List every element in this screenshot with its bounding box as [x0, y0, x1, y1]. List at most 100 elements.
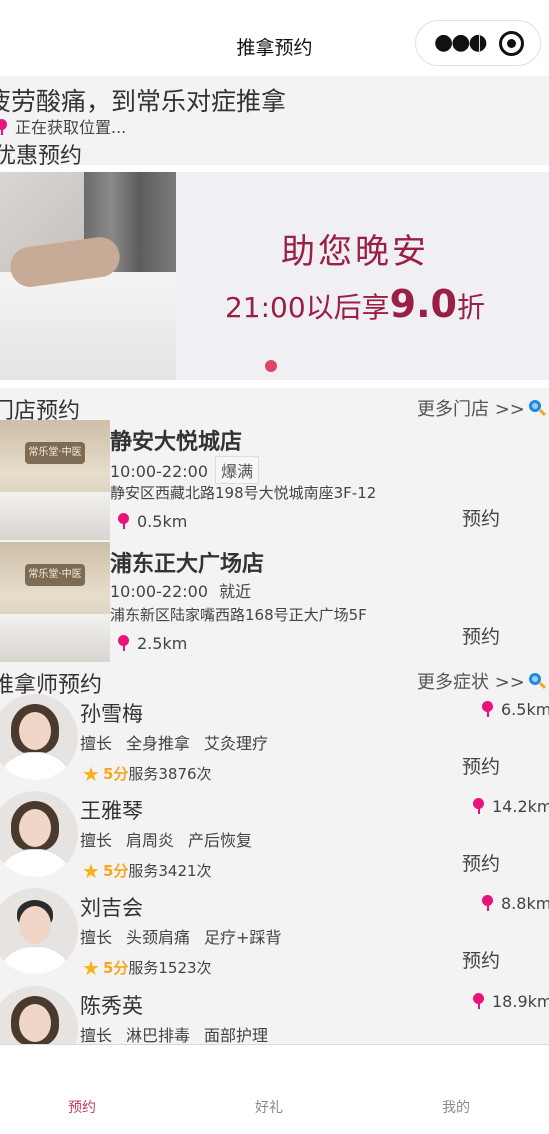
- miniprogram-capsule: ●●●: [415, 20, 541, 66]
- avatar-coat: [0, 946, 73, 974]
- book-therapist-button[interactable]: 预约: [462, 752, 500, 779]
- star-icon: ★: [82, 956, 100, 980]
- therapist-distance: 18.9km: [492, 992, 549, 1011]
- therapist-distance: 14.2km: [492, 797, 549, 816]
- avatar-coat: [0, 849, 73, 877]
- therapist-distance-row: 8.8km: [482, 894, 549, 913]
- therapist-served: 服务3421次: [128, 862, 212, 880]
- therapist-skills: 擅长 全身推拿 艾灸理疗: [80, 730, 282, 754]
- divider: [0, 380, 549, 388]
- therapist-rating: ★ 5分服务3421次: [82, 859, 212, 883]
- bottom-tab-bar: 预约 好礼 我的: [0, 1044, 549, 1134]
- location-pin-icon: [118, 635, 129, 651]
- skills-label: 擅长: [80, 831, 113, 850]
- therapist-score: 5分: [102, 959, 129, 977]
- location-pin-icon: [0, 119, 7, 135]
- store-photo: 常乐堂·中医: [0, 542, 110, 662]
- avatar-face: [19, 809, 51, 847]
- therapist-avatar: [0, 694, 78, 780]
- book-therapist-button[interactable]: 预约: [462, 946, 500, 973]
- store-hours: 10:00-22:00: [110, 582, 208, 601]
- close-miniprogram-icon[interactable]: [499, 31, 524, 56]
- avatar-face: [19, 1004, 51, 1042]
- therapist-card[interactable]: 孙雪梅 6.5km 擅长 全身推拿 艾灸理疗 ★ 5分服务3876次 预约: [0, 694, 549, 792]
- store-sign: 常乐堂·中医: [25, 442, 85, 464]
- book-store-button[interactable]: 预约: [462, 504, 500, 531]
- banner-photo: [0, 172, 176, 380]
- location-pin-icon: [482, 895, 493, 911]
- star-icon: ★: [82, 859, 100, 883]
- more-symptoms-link[interactable]: 更多症状 >>: [417, 668, 546, 694]
- more-stores-label: 更多门店 >>: [417, 399, 525, 420]
- skills-label: 擅长: [80, 734, 113, 753]
- location-pin-icon: [473, 798, 484, 814]
- search-icon: [528, 400, 546, 417]
- avatar-face: [19, 712, 51, 750]
- therapist-name: 陈秀英: [80, 994, 143, 1018]
- store-hours: 10:00-22:00: [110, 462, 208, 481]
- store-name: 静安大悦城店: [110, 430, 243, 455]
- store-photo: 常乐堂·中医: [0, 420, 110, 540]
- therapist-card[interactable]: 刘吉会 8.8km 擅长 头颈肩痛 足疗+踩背 ★ 5分服务1523次 预约: [0, 888, 549, 986]
- capsule-divider: [479, 33, 480, 55]
- therapist-skills: 擅长 淋巴排毒 面部护理: [80, 1022, 282, 1044]
- location-row[interactable]: 正在获取位置...: [0, 114, 126, 138]
- store-address: 静安区西藏北路198号大悦城南座3F-12: [110, 484, 377, 502]
- skill-tag: 艾灸理疗: [204, 734, 269, 753]
- store-address: 浦东新区陆家嘴西路168号正大广场5F: [110, 606, 367, 624]
- store-distance: 2.5km: [137, 634, 188, 653]
- store-photo-counter: [0, 614, 110, 662]
- store-hours-row: 10:00-22:00 就近: [110, 578, 251, 602]
- therapist-card[interactable]: 陈秀英 18.9km 擅长 淋巴排毒 面部护理: [0, 986, 549, 1044]
- more-stores-link[interactable]: 更多门店 >>: [417, 395, 546, 421]
- store-status-badge: 爆满: [215, 456, 260, 484]
- therapist-rating: ★ 5分服务3876次: [82, 762, 212, 786]
- therapist-distance: 6.5km: [501, 700, 549, 719]
- therapist-distance: 8.8km: [501, 894, 549, 913]
- therapist-score: 5分: [102, 765, 129, 783]
- tab-gifts[interactable]: 好礼: [229, 1097, 309, 1117]
- book-therapist-button[interactable]: 预约: [462, 849, 500, 876]
- therapist-distance-row: 6.5km: [482, 700, 549, 719]
- more-menu-icon[interactable]: ●●●: [434, 32, 488, 54]
- search-icon: [528, 673, 546, 690]
- banner-subtitle: 21:00以后享9.0折: [195, 282, 515, 326]
- store-distance: 0.5km: [137, 512, 188, 531]
- therapist-served: 服务1523次: [128, 959, 212, 977]
- location-status: 正在获取位置...: [15, 118, 127, 137]
- main-content: 疲劳酸痛，到常乐对症推拿 正在获取位置... 优惠预约 助您晚安 21:00以后…: [0, 76, 549, 1044]
- tab-mine[interactable]: 我的: [416, 1097, 496, 1117]
- carousel-indicator[interactable]: [265, 360, 277, 372]
- banner-photo-bed: [0, 272, 176, 380]
- tab-booking[interactable]: 预约: [42, 1097, 122, 1117]
- store-sign: 常乐堂·中医: [25, 564, 85, 586]
- skill-tag: 肩周炎: [126, 831, 175, 850]
- location-pin-icon: [118, 513, 129, 529]
- therapist-name: 孙雪梅: [80, 702, 143, 726]
- therapist-avatar: [0, 986, 78, 1044]
- therapist-distance-row: 14.2km: [473, 797, 549, 816]
- therapist-served: 服务3876次: [128, 765, 212, 783]
- skill-tag: 足疗+踩背: [204, 928, 282, 947]
- banner-title: 助您晚安: [281, 232, 429, 272]
- navigation-bar: 推拿预约 ●●●: [0, 0, 549, 76]
- therapist-skills: 擅长 肩周炎 产后恢复: [80, 827, 266, 851]
- therapist-name: 王雅琴: [80, 799, 143, 823]
- therapist-card[interactable]: 王雅琴 14.2km 擅长 肩周炎 产后恢复 ★ 5分服务3421次 预约: [0, 791, 549, 889]
- skills-label: 擅长: [80, 928, 113, 947]
- skill-tag: 产后恢复: [188, 831, 253, 850]
- skill-tag: 全身推拿: [126, 734, 191, 753]
- store-card[interactable]: 常乐堂·中医 静安大悦城店 10:00-22:00 爆满 静安区西藏北路198号…: [0, 420, 549, 540]
- promo-banner[interactable]: 助您晚安 21:00以后享9.0折: [0, 172, 549, 380]
- skill-tag: 头颈肩痛: [126, 928, 191, 947]
- therapist-skills: 擅长 头颈肩痛 足疗+踩背: [80, 924, 295, 948]
- store-name: 浦东正大广场店: [110, 552, 265, 577]
- banner-subtitle-suffix: 折: [457, 291, 486, 324]
- store-distance-row: 2.5km: [118, 634, 187, 653]
- store-card[interactable]: 常乐堂·中医 浦东正大广场店 10:00-22:00 就近 浦东新区陆家嘴西路1…: [0, 542, 549, 662]
- banner-subtitle-prefix: 21:00以后享: [224, 291, 390, 324]
- therapist-score: 5分: [102, 862, 129, 880]
- therapist-rating: ★ 5分服务1523次: [82, 956, 212, 980]
- book-store-button[interactable]: 预约: [462, 622, 500, 649]
- skills-label: 擅长: [80, 1026, 113, 1044]
